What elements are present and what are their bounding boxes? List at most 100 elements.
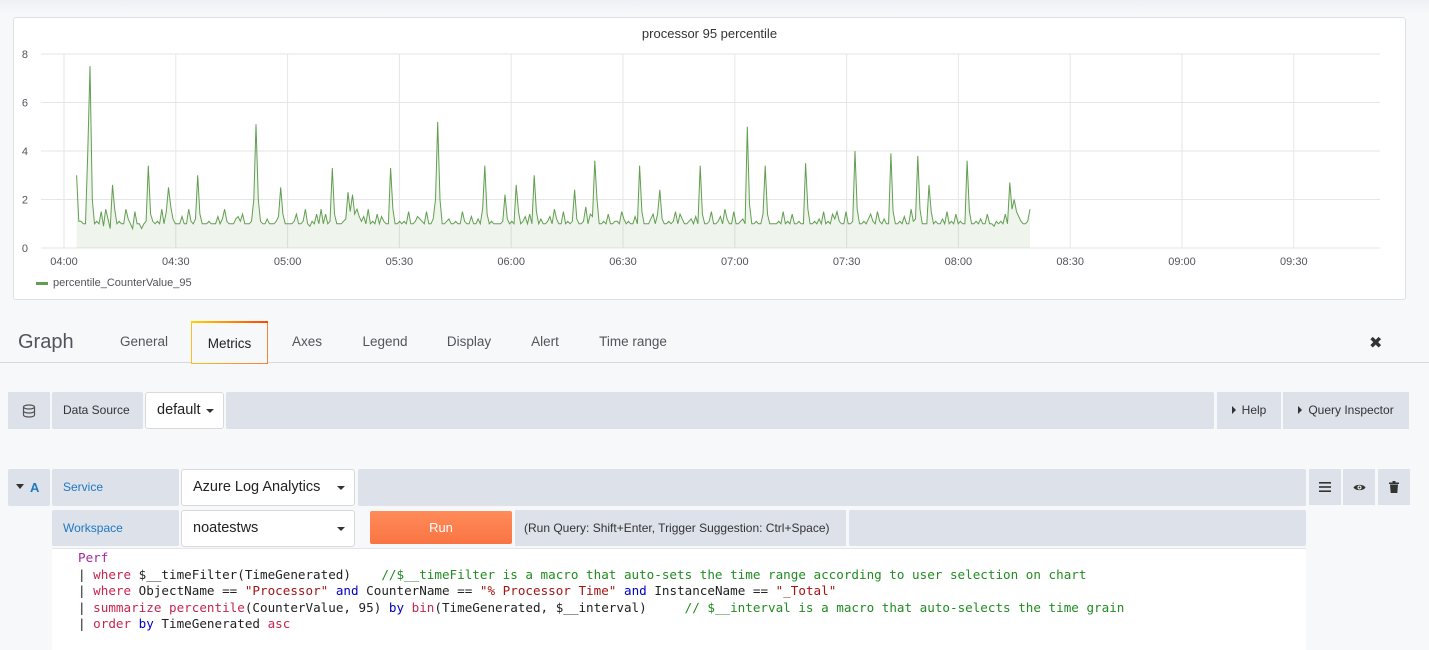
code-token: ObjectName == bbox=[138, 583, 245, 599]
code-token: and bbox=[335, 583, 359, 599]
code-token: and bbox=[623, 583, 647, 599]
workspace-label-box: Workspace bbox=[52, 510, 179, 546]
code-token: //$__timeFilter is a macro that auto-set… bbox=[381, 566, 1087, 582]
x-tick-label: 09:30 bbox=[1280, 256, 1308, 268]
x-tick-label: 07:30 bbox=[833, 256, 861, 268]
editor-tabs: Graph General Metrics Axes Legend Displa… bbox=[0, 321, 1429, 364]
x-tick-label: 04:30 bbox=[162, 256, 190, 268]
y-tick-label: 4 bbox=[22, 146, 28, 158]
code-token: | bbox=[78, 566, 94, 582]
code-token: (TimeGenerated, $__interval) bbox=[434, 599, 685, 615]
graph-panel: processor 95 percentile 0 2 4 6 8 04:00 04:30 0… bbox=[13, 17, 1406, 300]
tab-display[interactable]: Display bbox=[432, 321, 506, 363]
workspace-select[interactable]: noatestws bbox=[181, 510, 355, 547]
chevron-down-icon bbox=[16, 484, 24, 489]
eye-icon bbox=[1353, 484, 1365, 490]
tab-legend[interactable]: Legend bbox=[347, 321, 423, 363]
x-tick-label: 05:30 bbox=[386, 256, 414, 268]
code-token: percentile bbox=[169, 599, 245, 615]
code-token: (CounterValue, 95) bbox=[244, 599, 389, 615]
query-ref-toggle[interactable]: A bbox=[8, 469, 50, 506]
service-label: Service bbox=[63, 480, 104, 494]
tab-metrics[interactable]: Metrics bbox=[191, 321, 268, 364]
menu-button[interactable] bbox=[1309, 469, 1341, 505]
query-ref-id: A bbox=[30, 480, 40, 495]
service-label-box: Service bbox=[52, 469, 179, 506]
caret-right-icon bbox=[1298, 406, 1303, 414]
legend-label[interactable]: percentile_CounterValue_95 bbox=[53, 277, 192, 289]
series-line bbox=[76, 66, 1031, 231]
code-line[interactable]: Perf bbox=[78, 550, 1306, 567]
datasource-select[interactable]: default bbox=[145, 392, 224, 429]
x-tick-label: 07:00 bbox=[721, 256, 749, 268]
delete-query-button[interactable] bbox=[1378, 469, 1410, 505]
chevron-down-icon bbox=[337, 486, 345, 490]
tab-axes[interactable]: Axes bbox=[275, 321, 339, 363]
code-token: InstanceName == bbox=[646, 583, 776, 599]
x-tick-label: 09:00 bbox=[1168, 256, 1196, 268]
code-token: | bbox=[78, 616, 94, 632]
tab-time-range[interactable]: Time range bbox=[585, 321, 681, 363]
code-token: TimeGenerated bbox=[161, 616, 268, 632]
caret-right-icon bbox=[1231, 406, 1236, 414]
code-token: | bbox=[78, 583, 94, 599]
code-token: "_Total" bbox=[775, 583, 837, 599]
tab-general[interactable]: General bbox=[104, 321, 184, 363]
query-inspector-button[interactable]: Query Inspector bbox=[1283, 392, 1409, 429]
database-icon-svg bbox=[22, 403, 36, 418]
code-token: "Processor" bbox=[244, 583, 329, 599]
code-token: $__timeFilter(TimeGenerated) bbox=[138, 566, 382, 582]
code-token: bin bbox=[411, 599, 435, 615]
code-token: | bbox=[78, 599, 94, 615]
toggle-visibility-button[interactable] bbox=[1343, 469, 1375, 505]
y-tick-label: 6 bbox=[22, 98, 28, 110]
y-tick-label: 2 bbox=[22, 195, 28, 207]
query-inspector-label: Query Inspector bbox=[1308, 403, 1394, 417]
code-token: summarize bbox=[93, 599, 169, 615]
run-button[interactable]: Run bbox=[370, 511, 512, 544]
x-tick-label: 06:00 bbox=[497, 256, 525, 268]
workspace-label: Workspace bbox=[63, 521, 123, 535]
tab-alert[interactable]: Alert bbox=[515, 321, 575, 363]
datasource-label: Data Source bbox=[63, 403, 130, 417]
code-token: "% Processor Time" bbox=[479, 583, 617, 599]
datasource-filler bbox=[226, 392, 1214, 429]
top-bar bbox=[0, 0, 1429, 14]
code-line[interactable]: | order by TimeGenerated asc bbox=[78, 616, 1306, 633]
service-value: Azure Log Analytics bbox=[193, 479, 321, 495]
help-label: Help bbox=[1241, 403, 1267, 417]
workspace-value: noatestws bbox=[193, 520, 259, 536]
y-tick-label: 0 bbox=[22, 243, 28, 255]
hamburger-icon bbox=[1319, 482, 1331, 492]
x-tick-label: 05:00 bbox=[274, 256, 302, 268]
service-select[interactable]: Azure Log Analytics bbox=[181, 469, 355, 506]
close-icon[interactable]: ✖ bbox=[1369, 333, 1382, 353]
query-editor[interactable]: Perf | where $__timeFilter(TimeGenerated)… bbox=[52, 548, 1306, 650]
chevron-down-icon bbox=[337, 527, 345, 531]
shortcut-hint: (Run Query: Shift+Enter, Trigger Suggest… bbox=[515, 510, 846, 546]
chart-area[interactable]: 0 2 4 6 8 04:00 04:30 05:00 05:30 06:00 06:30 07:00… bbox=[14, 18, 1407, 301]
x-tick-label: 08:00 bbox=[945, 256, 973, 268]
code-token: where bbox=[93, 566, 139, 582]
workspace-filler bbox=[849, 510, 1306, 546]
service-filler bbox=[358, 469, 1306, 506]
code-token: order bbox=[93, 616, 139, 632]
legend-swatch bbox=[36, 281, 48, 285]
datasource-label-box: Data Source bbox=[52, 392, 143, 429]
code-line[interactable]: | summarize percentile(CounterValue, 95)… bbox=[78, 600, 1306, 617]
x-tick-label: 06:30 bbox=[609, 256, 637, 268]
datasource-value: default bbox=[157, 402, 201, 418]
code-line[interactable]: | where $__timeFilter(TimeGenerated) //$… bbox=[78, 567, 1306, 584]
x-tick-label: 08:30 bbox=[1056, 256, 1084, 268]
code-line[interactable]: | where ObjectName == "Processor" and Co… bbox=[78, 583, 1306, 600]
x-tick-label: 04:00 bbox=[50, 256, 78, 268]
code-token: where bbox=[93, 583, 139, 599]
help-button[interactable]: Help bbox=[1217, 392, 1281, 429]
code-token: Perf bbox=[78, 550, 109, 565]
code-token: CounterName == bbox=[358, 583, 480, 599]
code-token: // $__interval is a macro that auto-sele… bbox=[684, 599, 1125, 615]
code-token: asc bbox=[267, 616, 291, 632]
database-icon bbox=[8, 392, 50, 429]
